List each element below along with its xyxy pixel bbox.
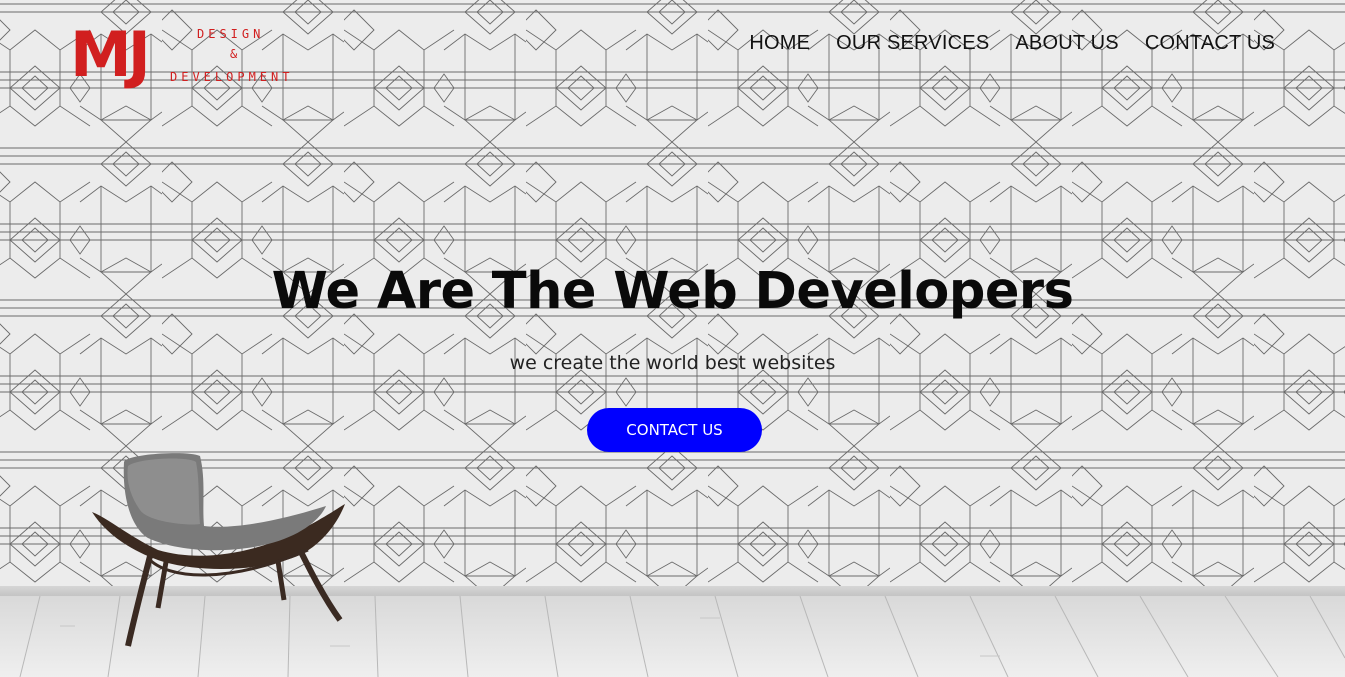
hero-headline: We Are The Web Developers (271, 262, 1074, 321)
contact-us-button[interactable]: CONTACT US (587, 408, 762, 452)
logo-text-ampersand: & (230, 47, 238, 61)
logo-monogram: MJ (70, 18, 151, 91)
hero-section: MJ DESIGN & DEVELOPMENT HOME OUR SERVICE… (0, 0, 1345, 677)
site-header: MJ DESIGN & DEVELOPMENT HOME OUR SERVICE… (0, 0, 1345, 100)
nav-about-us[interactable]: ABOUT US (1015, 32, 1118, 55)
logo-text-development: DEVELOPMENT (170, 70, 294, 84)
main-nav: HOME OUR SERVICES ABOUT US CONTACT US (749, 32, 1275, 55)
nav-our-services[interactable]: OUR SERVICES (836, 32, 989, 55)
brand-logo[interactable]: MJ DESIGN & DEVELOPMENT (70, 22, 315, 92)
nav-home[interactable]: HOME (749, 32, 810, 55)
lounge-chair-image (88, 450, 348, 654)
hero-subline: we create the world best websites (509, 352, 836, 374)
nav-contact-us[interactable]: CONTACT US (1145, 32, 1275, 55)
logo-text-design: DESIGN (197, 27, 265, 41)
